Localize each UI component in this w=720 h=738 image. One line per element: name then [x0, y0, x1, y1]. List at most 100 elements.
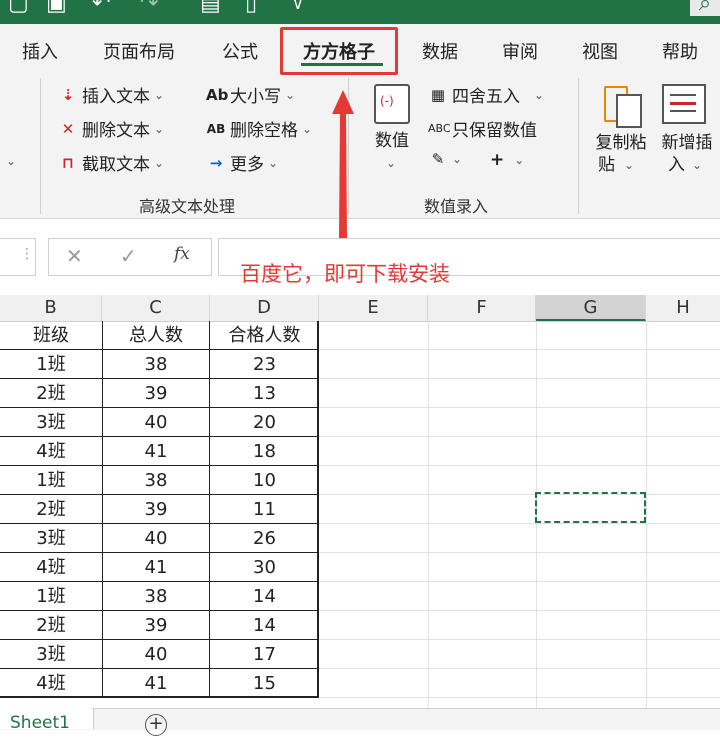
tab-formulas[interactable]: 公式 — [222, 38, 258, 64]
function-icon[interactable]: fx — [174, 244, 190, 264]
table-cell-passed[interactable]: 14 — [210, 611, 319, 640]
file-icon[interactable]: ▯ — [245, 0, 257, 16]
selected-cell-g7[interactable] — [535, 492, 646, 523]
case-button[interactable]: Ab 大小写 ⌄ — [206, 82, 295, 108]
new-insert-icon[interactable] — [662, 84, 706, 124]
search-icon[interactable]: ⌕ — [690, 0, 720, 16]
numeric-icon[interactable]: (-) — [374, 84, 410, 124]
number-group-label: 数值录入 — [424, 197, 489, 216]
table-cell-passed[interactable]: 23 — [210, 350, 319, 379]
undo-icon[interactable]: ↶ — [92, 0, 110, 16]
table-cell-passed[interactable]: 15 — [210, 669, 319, 698]
copy-paste-label-1[interactable]: 复制粘 — [588, 132, 654, 154]
table-cell-passed[interactable]: 17 — [210, 640, 319, 669]
tab-view[interactable]: 视图 — [582, 38, 618, 64]
table-cell-passed[interactable]: 30 — [210, 553, 319, 582]
new-insert-label-2[interactable]: 入 — [668, 154, 685, 176]
table-cell-class[interactable]: 4班 — [0, 437, 102, 466]
table-header-passed[interactable]: 合格人数 — [210, 321, 319, 350]
table-cell-total[interactable]: 38 — [102, 350, 210, 379]
extract-text-button[interactable]: ⊓ 截取文本 ⌄ — [58, 150, 165, 176]
column-header-d[interactable]: D — [210, 295, 319, 321]
column-header-e[interactable]: E — [319, 295, 428, 321]
column-header-c[interactable]: C — [102, 295, 210, 321]
table-border-line — [0, 697, 319, 698]
save-icon[interactable]: ▢ — [8, 0, 29, 16]
redo-icon[interactable]: ↷ — [140, 0, 158, 16]
numeric-button-label[interactable]: 数值 — [372, 130, 412, 152]
table-cell-class[interactable]: 4班 — [0, 553, 102, 582]
cancel-icon[interactable]: ✕ — [66, 244, 83, 268]
more-options-icon[interactable]: ⋮ — [20, 246, 34, 262]
column-header-f[interactable]: F — [428, 295, 536, 321]
chevron-down-icon: ⌄ — [154, 155, 165, 170]
table-cell-passed[interactable]: 11 — [210, 495, 319, 524]
annotation-arrow — [332, 90, 354, 238]
table-cell-passed[interactable]: 10 — [210, 466, 319, 495]
table-cell-class[interactable]: 4班 — [0, 669, 102, 698]
round-button[interactable]: ▦ 四舍五入 ⌄ — [428, 82, 545, 108]
tab-page-layout[interactable]: 页面布局 — [103, 38, 175, 64]
confirm-icon[interactable]: ✓ — [120, 244, 137, 268]
table-cell-class[interactable]: 1班 — [0, 350, 102, 379]
edit-icon-button[interactable]: ✎ ⌄ — [428, 150, 462, 168]
table-cell-class[interactable]: 3班 — [0, 640, 102, 669]
table-cell-passed[interactable]: 14 — [210, 582, 319, 611]
chevron-down-icon: ⌄ — [534, 87, 545, 102]
column-header-g[interactable]: G — [536, 295, 646, 321]
table-cell-passed[interactable]: 18 — [210, 437, 319, 466]
table-cell-total[interactable]: 41 — [102, 669, 210, 698]
table-cell-class[interactable]: 2班 — [0, 495, 102, 524]
table-cell-total[interactable]: 40 — [102, 408, 210, 437]
table-cell-total[interactable]: 39 — [102, 495, 210, 524]
table-cell-total[interactable]: 40 — [102, 640, 210, 669]
save-icon-2[interactable]: ▣ — [46, 0, 67, 16]
table-border-line — [0, 552, 319, 553]
table-cell-class[interactable]: 2班 — [0, 611, 102, 640]
customize-icon[interactable]: ∨ — [292, 0, 304, 16]
copy-paste-label-2[interactable]: 贴 — [598, 154, 615, 176]
insert-text-button[interactable]: ⇣ 插入文本 ⌄ — [58, 82, 164, 108]
delete-text-button[interactable]: ✕ 删除文本 ⌄ — [58, 116, 164, 142]
copy-paste-icon[interactable] — [602, 82, 642, 128]
sheet-tab-sheet1[interactable]: Sheet1 — [0, 708, 94, 733]
table-cell-class[interactable]: 1班 — [0, 582, 102, 611]
group-separator — [40, 78, 41, 214]
table-cell-total[interactable]: 38 — [102, 582, 210, 611]
table-cell-class[interactable]: 3班 — [0, 408, 102, 437]
chevron-down-icon[interactable]: ⌄ — [692, 158, 702, 172]
table-cell-passed[interactable]: 26 — [210, 524, 319, 553]
add-sheet-icon[interactable]: + — [145, 714, 167, 736]
plus-button[interactable]: + ⌄ — [490, 150, 524, 170]
table-cell-total[interactable]: 38 — [102, 466, 210, 495]
table-cell-class[interactable]: 3班 — [0, 524, 102, 553]
table-cell-total[interactable]: 40 — [102, 524, 210, 553]
table-header-class[interactable]: 班级 — [0, 321, 102, 350]
table-cell-total[interactable]: 41 — [102, 437, 210, 466]
remove-spaces-button[interactable]: AB 删除空格 ⌄ — [206, 116, 312, 141]
chevron-down-icon[interactable]: ⌄ — [624, 158, 634, 172]
round-icon: ▦ — [430, 85, 446, 104]
arrow-right-icon: → — [209, 153, 223, 172]
chevron-down-icon: ⌄ — [452, 152, 463, 166]
table-header-total[interactable]: 总人数 — [102, 321, 210, 350]
new-insert-label-1[interactable]: 新增插 — [654, 132, 720, 154]
table-cell-passed[interactable]: 13 — [210, 379, 319, 408]
table-cell-total[interactable]: 41 — [102, 553, 210, 582]
table-cell-class[interactable]: 2班 — [0, 379, 102, 408]
more-button[interactable]: → 更多 ⌄ — [206, 150, 278, 176]
chevron-down-icon[interactable]: ⌄ — [6, 154, 16, 168]
chevron-down-icon[interactable]: ⌄ — [386, 156, 396, 170]
column-header-h[interactable]: H — [646, 295, 720, 321]
column-header-b[interactable]: B — [0, 295, 102, 321]
table-cell-class[interactable]: 1班 — [0, 466, 102, 495]
tab-review[interactable]: 审阅 — [502, 38, 538, 64]
keep-numbers-button[interactable]: ABC 只保留数值 — [428, 116, 537, 141]
tab-insert[interactable]: 插入 — [22, 38, 58, 64]
table-cell-total[interactable]: 39 — [102, 611, 210, 640]
table-cell-total[interactable]: 39 — [102, 379, 210, 408]
tab-help[interactable]: 帮助 — [662, 38, 698, 64]
clipboard-icon[interactable]: ▤ — [200, 0, 221, 16]
tab-data[interactable]: 数据 — [422, 38, 458, 64]
table-cell-passed[interactable]: 20 — [210, 408, 319, 437]
